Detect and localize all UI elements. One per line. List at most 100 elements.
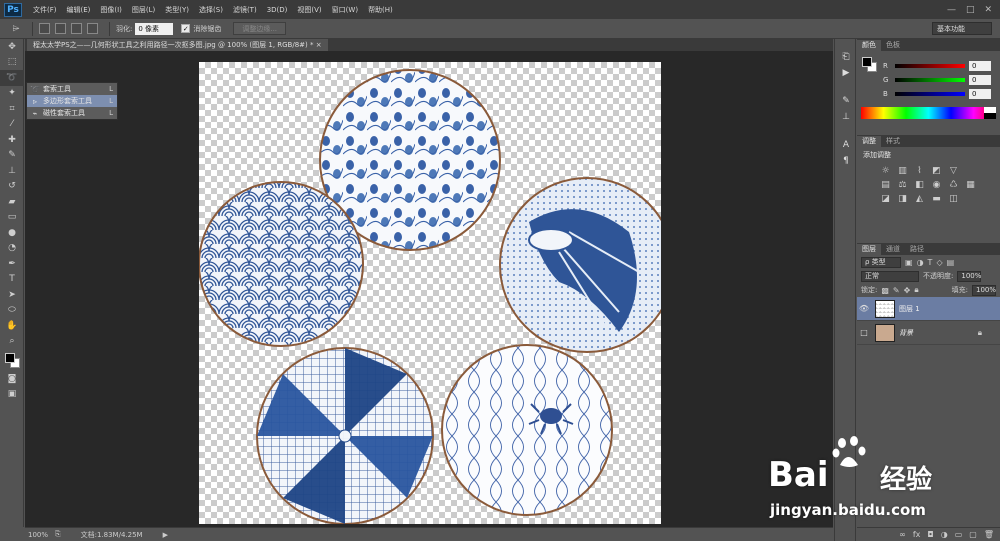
- tab-paths[interactable]: 路径: [905, 244, 929, 255]
- flyout-lasso-tool[interactable]: ➰ 套索工具 L: [27, 83, 117, 95]
- history-brush-tool[interactable]: ↺: [0, 179, 24, 195]
- lock-pixels-icon[interactable]: ✎: [893, 286, 900, 295]
- close-tab-icon[interactable]: ×: [316, 41, 322, 49]
- refine-edge-button[interactable]: 调整边缘...: [233, 22, 287, 35]
- vibrance-icon[interactable]: ▽: [947, 165, 960, 176]
- flyout-magnetic-lasso-tool[interactable]: ⌁ 磁性套索工具 L: [27, 107, 117, 119]
- photo-filter-icon[interactable]: ◉: [930, 179, 943, 190]
- menu-edit[interactable]: 编辑(E): [62, 5, 96, 15]
- pixel-filter-icon[interactable]: ▣: [905, 258, 913, 267]
- quick-select-tool[interactable]: ✦: [0, 86, 24, 102]
- eyedropper-tool[interactable]: ⁄: [0, 117, 24, 133]
- path-select-tool[interactable]: ➤: [0, 287, 24, 303]
- exposure-icon[interactable]: ◩: [930, 165, 943, 176]
- blur-tool[interactable]: ●: [0, 225, 24, 241]
- paragraph-panel-button[interactable]: ¶: [835, 153, 857, 169]
- posterize-icon[interactable]: ◨: [896, 193, 909, 204]
- menu-3d[interactable]: 3D(D): [262, 6, 293, 14]
- crop-tool[interactable]: ⌗: [0, 101, 24, 117]
- status-menu-arrow-icon[interactable]: ▶: [163, 531, 168, 539]
- blend-mode-select[interactable]: 正常: [861, 270, 919, 282]
- intersect-selection-button[interactable]: [87, 23, 98, 34]
- add-selection-button[interactable]: [55, 23, 66, 34]
- color-lookup-icon[interactable]: ▦: [964, 179, 977, 190]
- menu-help[interactable]: 帮助(H): [363, 5, 398, 15]
- menu-file[interactable]: 文件(F): [28, 5, 62, 15]
- lasso-tool[interactable]: ➰: [0, 70, 24, 86]
- green-slider[interactable]: [895, 78, 965, 82]
- channel-mixer-icon[interactable]: ♺: [947, 179, 960, 190]
- menu-view[interactable]: 视图(V): [292, 5, 326, 15]
- hue-saturation-icon[interactable]: ▤: [879, 179, 892, 190]
- gradient-tool[interactable]: ▭: [0, 210, 24, 226]
- blue-slider[interactable]: [895, 92, 965, 96]
- dodge-tool[interactable]: ◔: [0, 241, 24, 257]
- adjustment-filter-icon[interactable]: ◑: [917, 258, 924, 267]
- color-balance-icon[interactable]: ⚖: [896, 179, 909, 190]
- tab-color[interactable]: 颜色: [857, 40, 881, 51]
- zoom-level[interactable]: 100%: [25, 531, 55, 539]
- blue-value[interactable]: 0: [969, 89, 991, 99]
- black-white-icon[interactable]: ◧: [913, 179, 926, 190]
- maximize-button[interactable]: □: [966, 5, 975, 15]
- color-spectrum[interactable]: [861, 107, 996, 119]
- visibility-eye-icon[interactable]: 👁︎: [857, 304, 871, 313]
- menu-select[interactable]: 选择(S): [194, 5, 228, 15]
- opacity-input[interactable]: 100%: [957, 270, 981, 282]
- adjustment-layer-icon[interactable]: ◑: [941, 530, 948, 539]
- mask-icon[interactable]: ◘: [927, 530, 933, 539]
- minimize-button[interactable]: —: [947, 5, 956, 15]
- fx-icon[interactable]: fx: [913, 530, 921, 539]
- levels-icon[interactable]: ▥: [896, 165, 909, 176]
- zoom-tool[interactable]: ⌕: [0, 334, 24, 350]
- tab-styles[interactable]: 样式: [881, 136, 905, 147]
- brush-tool[interactable]: ✎: [0, 148, 24, 164]
- trash-icon[interactable]: 🗑︎: [984, 530, 994, 539]
- new-selection-button[interactable]: [39, 23, 50, 34]
- tab-layers[interactable]: 图层: [857, 244, 881, 255]
- green-value[interactable]: 0: [969, 75, 991, 85]
- lock-position-icon[interactable]: ✥: [904, 286, 911, 295]
- menu-window[interactable]: 窗口(W): [327, 5, 363, 15]
- selective-color-icon[interactable]: ◫: [947, 193, 960, 204]
- layer-row[interactable]: □ 背景 🔒︎: [857, 321, 1000, 345]
- move-tool[interactable]: ✥: [0, 39, 24, 55]
- gradient-map-icon[interactable]: ▬: [930, 193, 943, 204]
- red-value[interactable]: 0: [969, 61, 991, 71]
- layer-kind-select[interactable]: ρ 类型: [861, 256, 901, 268]
- quick-mask-button[interactable]: ◙: [0, 371, 24, 387]
- tool-preset-picker[interactable]: ⌲: [6, 22, 26, 36]
- invert-icon[interactable]: ◪: [879, 193, 892, 204]
- menu-type[interactable]: 类型(Y): [160, 5, 194, 15]
- eraser-tool[interactable]: ▰: [0, 194, 24, 210]
- document-canvas[interactable]: [199, 62, 661, 524]
- shape-tool[interactable]: ⬭: [0, 303, 24, 319]
- menu-layer[interactable]: 图层(L): [127, 5, 160, 15]
- group-folder-icon[interactable]: ▭: [955, 530, 963, 539]
- workspace-select[interactable]: 基本功能: [932, 22, 992, 35]
- type-tool[interactable]: T: [0, 272, 24, 288]
- flyout-polygonal-lasso-tool[interactable]: ▹ 多边形套索工具 L: [27, 95, 117, 107]
- type-filter-icon[interactable]: T: [928, 258, 933, 267]
- threshold-icon[interactable]: ◭: [913, 193, 926, 204]
- layer-row[interactable]: 👁︎ 图层 1: [857, 297, 1000, 321]
- export-icon[interactable]: ⎘: [55, 530, 61, 539]
- menu-filter[interactable]: 滤镜(T): [228, 5, 262, 15]
- link-icon[interactable]: ∞: [899, 530, 906, 539]
- smart-object-filter-icon[interactable]: ▤: [947, 258, 955, 267]
- lock-transparent-icon[interactable]: ▩: [881, 286, 889, 295]
- feather-input[interactable]: 0 像素: [135, 22, 174, 35]
- brush-panel-button[interactable]: ✎: [835, 93, 857, 109]
- hand-tool[interactable]: ✋: [0, 318, 24, 334]
- brightness-icon[interactable]: ☼: [879, 165, 892, 176]
- panel-foreground-color[interactable]: [862, 57, 872, 67]
- visibility-toggle[interactable]: □: [857, 328, 871, 337]
- curves-icon[interactable]: ⌇: [913, 165, 926, 176]
- black-white-strip[interactable]: [984, 107, 996, 119]
- tab-adjustments[interactable]: 调整: [857, 136, 881, 147]
- marquee-tool[interactable]: ⬚: [0, 55, 24, 71]
- clone-stamp-tool[interactable]: ⊥: [0, 163, 24, 179]
- antialias-checkbox[interactable]: ✓: [181, 24, 191, 33]
- screen-mode-button[interactable]: ▣: [0, 387, 24, 403]
- close-button[interactable]: ✕: [984, 5, 992, 15]
